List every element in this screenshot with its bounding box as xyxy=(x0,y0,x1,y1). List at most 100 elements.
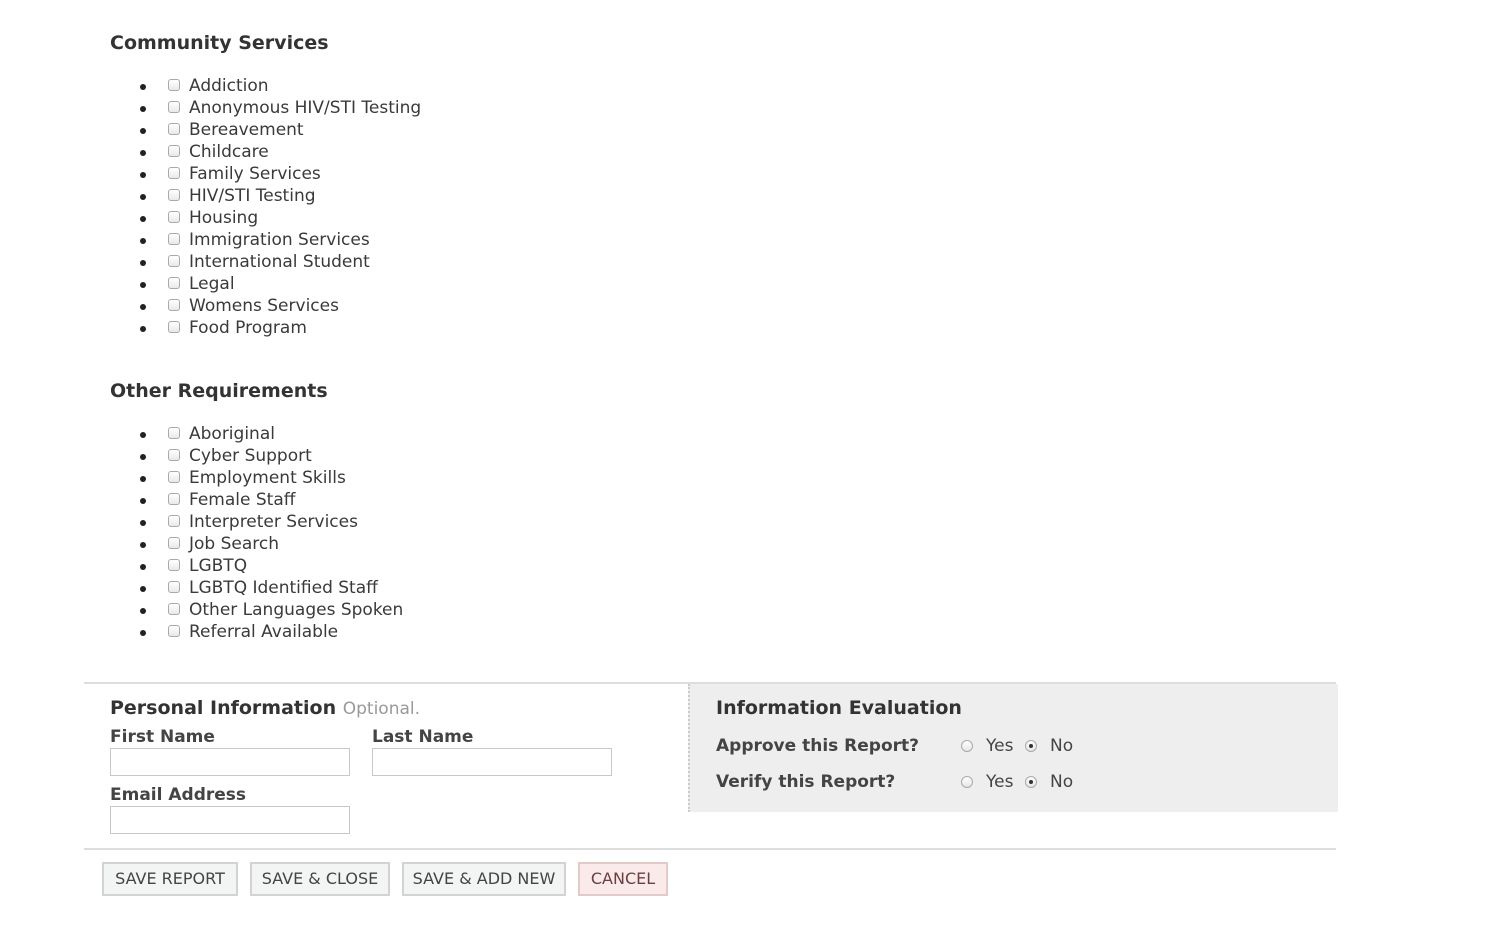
list-item: Other Languages Spoken xyxy=(110,599,403,621)
checkbox-label[interactable]: Cyber Support xyxy=(189,446,312,466)
checkbox[interactable] xyxy=(168,189,180,201)
list-item: Referral Available xyxy=(110,621,403,643)
checkbox[interactable] xyxy=(168,233,180,245)
verify-report-label: Verify this Report? xyxy=(716,772,896,792)
checkbox[interactable] xyxy=(168,321,180,333)
list-item: Childcare xyxy=(110,141,421,163)
list-item: International Student xyxy=(110,251,421,273)
checkbox-label[interactable]: Female Staff xyxy=(189,490,295,510)
checkbox-label[interactable]: Family Services xyxy=(189,164,321,184)
checkbox-label[interactable]: Aboriginal xyxy=(189,424,275,444)
checkbox-label[interactable]: HIV/STI Testing xyxy=(189,186,316,206)
bullet-icon xyxy=(140,630,146,636)
community-services-list: Addiction Anonymous HIV/STI Testing Bereav… xyxy=(110,75,421,339)
community-services-title: Community Services xyxy=(110,32,329,54)
list-item: Addiction xyxy=(110,75,421,97)
checkbox[interactable] xyxy=(168,625,180,637)
last-name-input[interactable] xyxy=(372,748,612,776)
bullet-icon xyxy=(140,564,146,570)
checkbox-label[interactable]: Addiction xyxy=(189,76,269,96)
checkbox[interactable] xyxy=(168,123,180,135)
list-item: Female Staff xyxy=(110,489,403,511)
bullet-icon xyxy=(140,304,146,310)
cancel-button[interactable]: CANCEL xyxy=(578,862,668,896)
optional-note: Optional. xyxy=(342,699,421,719)
verify-yes-radio[interactable] xyxy=(961,776,973,788)
checkbox-label[interactable]: Employment Skills xyxy=(189,468,346,488)
bullet-icon xyxy=(140,106,146,112)
checkbox[interactable] xyxy=(168,299,180,311)
checkbox[interactable] xyxy=(168,559,180,571)
checkbox[interactable] xyxy=(168,167,180,179)
checkbox[interactable] xyxy=(168,427,180,439)
checkbox[interactable] xyxy=(168,537,180,549)
checkbox-label[interactable]: Housing xyxy=(189,208,258,228)
bullet-icon xyxy=(140,432,146,438)
information-evaluation-section: Information Evaluation Approve this Repo… xyxy=(688,684,1338,812)
bullet-icon xyxy=(140,282,146,288)
checkbox[interactable] xyxy=(168,493,180,505)
list-item: Immigration Services xyxy=(110,229,421,251)
personal-information-heading: Personal Information xyxy=(110,697,337,719)
checkbox-label[interactable]: Childcare xyxy=(189,142,269,162)
checkbox[interactable] xyxy=(168,581,180,593)
save-report-button[interactable]: SAVE REPORT xyxy=(102,862,238,896)
checkbox[interactable] xyxy=(168,79,180,91)
checkbox-label[interactable]: Other Languages Spoken xyxy=(189,600,403,620)
checkbox-label[interactable]: Anonymous HIV/STI Testing xyxy=(189,98,421,118)
approve-no-radio[interactable] xyxy=(1025,740,1037,752)
bullet-icon xyxy=(140,476,146,482)
approve-no-label: No xyxy=(1050,736,1074,756)
checkbox[interactable] xyxy=(168,471,180,483)
checkbox[interactable] xyxy=(168,515,180,527)
checkbox-label[interactable]: Referral Available xyxy=(189,622,338,642)
checkbox[interactable] xyxy=(168,211,180,223)
save-and-add-new-button[interactable]: SAVE & ADD NEW xyxy=(402,862,566,896)
email-address-input[interactable] xyxy=(110,806,350,834)
checkbox-label[interactable]: Immigration Services xyxy=(189,230,370,250)
checkbox[interactable] xyxy=(168,603,180,615)
bullet-icon xyxy=(140,84,146,90)
list-item: HIV/STI Testing xyxy=(110,185,421,207)
checkbox-label[interactable]: Bereavement xyxy=(189,120,304,140)
verify-no-radio[interactable] xyxy=(1025,776,1037,788)
bullet-icon xyxy=(140,498,146,504)
checkbox[interactable] xyxy=(168,255,180,267)
checkbox[interactable] xyxy=(168,101,180,113)
checkbox-label[interactable]: Legal xyxy=(189,274,235,294)
checkbox-label[interactable]: Interpreter Services xyxy=(189,512,358,532)
email-address-label: Email Address xyxy=(110,785,247,805)
checkbox-label[interactable]: International Student xyxy=(189,252,370,272)
checkbox[interactable] xyxy=(168,145,180,157)
bullet-icon xyxy=(140,238,146,244)
bullet-icon xyxy=(140,520,146,526)
first-name-label: First Name xyxy=(110,727,215,747)
checkbox-label[interactable]: Job Search xyxy=(189,534,279,554)
save-and-close-button[interactable]: SAVE & CLOSE xyxy=(250,862,390,896)
bullet-icon xyxy=(140,454,146,460)
verify-report-row: Verify this Report? Yes No xyxy=(716,771,1116,793)
verify-yes-label: Yes xyxy=(986,772,1014,792)
information-evaluation-title: Information Evaluation xyxy=(716,697,962,719)
approve-report-row: Approve this Report? Yes No xyxy=(716,735,1116,757)
checkbox-label[interactable]: Womens Services xyxy=(189,296,339,316)
bullet-icon xyxy=(140,128,146,134)
checkbox-label[interactable]: LGBTQ xyxy=(189,556,247,576)
approve-yes-label: Yes xyxy=(986,736,1014,756)
verify-no-label: No xyxy=(1050,772,1074,792)
checkbox[interactable] xyxy=(168,449,180,461)
checkbox-label[interactable]: Food Program xyxy=(189,318,307,338)
other-requirements-title: Other Requirements xyxy=(110,380,328,402)
checkbox[interactable] xyxy=(168,277,180,289)
approve-yes-radio[interactable] xyxy=(961,740,973,752)
bullet-icon xyxy=(140,586,146,592)
list-item: Interpreter Services xyxy=(110,511,403,533)
list-item: Aboriginal xyxy=(110,423,403,445)
list-item: Job Search xyxy=(110,533,403,555)
list-item: Family Services xyxy=(110,163,421,185)
report-details-panel: Personal Information Optional. First Nam… xyxy=(84,682,1338,834)
list-item: Housing xyxy=(110,207,421,229)
first-name-input[interactable] xyxy=(110,748,350,776)
checkbox-label[interactable]: LGBTQ Identified Staff xyxy=(189,578,378,598)
bullet-icon xyxy=(140,172,146,178)
